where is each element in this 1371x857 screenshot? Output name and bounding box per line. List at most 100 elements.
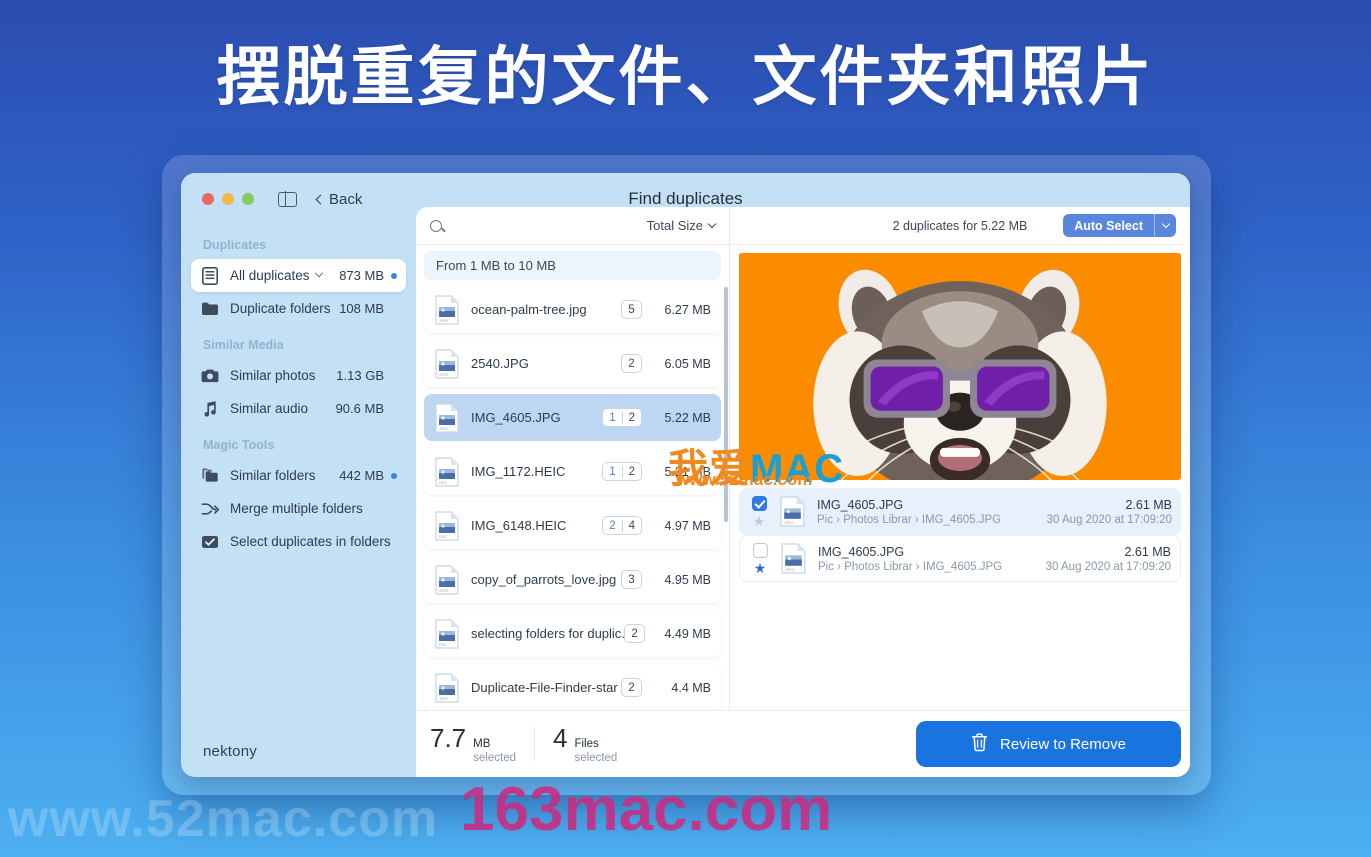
file-size: 2.61 MB <box>1124 544 1171 559</box>
star-icon[interactable]: ★ <box>753 514 766 528</box>
jpeg-file-icon: JPEG <box>434 402 460 433</box>
heic-file-icon: HEIC <box>434 456 460 487</box>
file-name: Duplicate-File-Finder-star <box>471 680 618 695</box>
svg-text:JPEG: JPEG <box>439 589 449 593</box>
page-title: 摆脱重复的文件、文件夹和照片 <box>216 41 1155 113</box>
svg-text:JPEG: JPEG <box>439 373 449 377</box>
review-to-remove-button[interactable]: Review to Remove <box>916 721 1181 767</box>
table-row[interactable]: HEIC IMG_1172.HEIC 1 2 5.21 MB <box>424 448 721 495</box>
search-icon[interactable] <box>430 219 442 232</box>
preview-toolbar: 2 duplicates for 5.22 MB Auto Select <box>730 207 1190 245</box>
file-date: 30 Aug 2020 at 17:09:20 <box>1045 560 1171 573</box>
sidebar-item-all-duplicates[interactable]: All duplicates 873 MB <box>191 259 406 292</box>
table-row[interactable]: JPEG Duplicate-File-Finder-star 2 4.4 MB <box>424 664 721 710</box>
jpeg-file-icon: JPEG <box>434 294 460 325</box>
table-row[interactable]: JPEG 2540.JPG 2 6.05 MB <box>424 340 721 387</box>
auto-select-dropdown-arrow[interactable] <box>1154 214 1176 237</box>
app-window: Back Find duplicates Duplicates All dupl… <box>181 173 1190 777</box>
file-name: IMG_6148.HEIC <box>471 518 567 533</box>
duplicate-count-badge: 2 <box>621 354 642 373</box>
duplicate-file-list-panel: Total Size From 1 MB to 10 MB JPEG ocean… <box>416 207 730 710</box>
file-size: 4.49 MB <box>664 626 711 641</box>
heic-file-icon: HEIC <box>434 510 460 541</box>
sidebar-toggle-icon[interactable] <box>278 190 297 208</box>
nektony-logo: nektony <box>203 743 257 760</box>
review-to-remove-label: Review to Remove <box>1000 735 1126 753</box>
duplicate-count-badge: 3 <box>621 570 642 589</box>
table-row[interactable]: HEIC IMG_6148.HEIC 2 4 4.97 MB <box>424 502 721 549</box>
duplicate-count-total: 4 <box>628 519 635 532</box>
trash-icon <box>971 732 988 756</box>
sidebar: Duplicates All duplicates 873 MB Duplica… <box>181 225 416 777</box>
svg-text:JPEG: JPEG <box>785 568 795 572</box>
svg-text:HEIC: HEIC <box>439 535 448 539</box>
selected-files-unit: Files <box>574 737 599 750</box>
sort-by-label: Total Size <box>646 218 703 233</box>
duplicate-count-selected: 2 <box>603 519 623 532</box>
list-item[interactable]: ★ JPEG IMG_4605.JPG Pic › Photos Librar … <box>739 488 1181 535</box>
sidebar-item-similar-folders[interactable]: Similar folders 442 MB <box>191 459 406 492</box>
folder-icon <box>200 299 220 319</box>
file-size: 4.97 MB <box>664 518 711 533</box>
sidebar-item-similar-audio[interactable]: Similar audio 90.6 MB <box>191 392 406 425</box>
divider <box>534 727 535 761</box>
file-list[interactable]: From 1 MB to 10 MB JPEG ocean-palm-tree.… <box>416 245 729 710</box>
table-row[interactable]: JPEG ocean-palm-tree.jpg 5 6.27 MB <box>424 286 721 333</box>
back-button[interactable]: Back <box>315 191 362 208</box>
checkbox-folder-icon <box>200 532 220 552</box>
selected-size-stat: 7.7 MB selected <box>430 723 516 765</box>
jpeg-file-icon: JPEG <box>780 543 807 574</box>
sidebar-item-size: 873 MB <box>339 268 384 283</box>
png-file-icon: PNG <box>434 618 460 649</box>
minimize-window-button[interactable] <box>222 193 234 205</box>
table-row[interactable]: JPEG IMG_4605.JPG 1 2 5.22 MB <box>424 394 721 441</box>
file-list-scrollbar[interactable] <box>724 287 728 522</box>
raccoon-with-sunglasses-photo <box>739 253 1181 480</box>
sidebar-item-label: Duplicate folders <box>230 301 331 316</box>
file-size: 6.05 MB <box>664 356 711 371</box>
status-dot <box>391 272 397 279</box>
sidebar-item-select-duplicates-in-folders[interactable]: Select duplicates in folders <box>191 525 406 558</box>
file-size: 2.61 MB <box>1125 497 1172 512</box>
watermark-52mac: www.52mac.com <box>8 790 439 848</box>
image-preview[interactable] <box>739 253 1181 480</box>
jpeg-file-icon: JPEG <box>434 348 460 379</box>
maximize-window-button[interactable] <box>242 193 254 205</box>
chevron-down-icon[interactable] <box>314 268 323 277</box>
star-icon[interactable]: ★ <box>754 561 767 575</box>
jpeg-file-icon: JPEG <box>779 496 806 527</box>
duplicate-count-total: 2 <box>628 411 635 424</box>
table-row[interactable]: PNG selecting folders for duplic... 2 4.… <box>424 610 721 657</box>
content-body: Total Size From 1 MB to 10 MB JPEG ocean… <box>416 207 1190 710</box>
sort-by-dropdown[interactable]: Total Size <box>646 218 717 233</box>
file-size: 5.21 MB <box>664 464 711 479</box>
close-window-button[interactable] <box>202 193 214 205</box>
sidebar-item-similar-photos[interactable]: Similar photos 1.13 GB <box>191 359 406 392</box>
duplicate-count-badge: 2 4 <box>602 516 642 535</box>
preview-panel: 2 duplicates for 5.22 MB Auto Select ★ J… <box>730 207 1190 710</box>
file-name: IMG_4605.JPG <box>471 410 561 425</box>
selected-files-meta: Files selected <box>574 738 617 765</box>
file-info: IMG_4605.JPG Pic › Photos Librar › IMG_4… <box>817 498 1001 526</box>
select-checkbox[interactable] <box>751 495 767 511</box>
chevron-down-icon <box>1161 219 1170 229</box>
file-name: IMG_1172.HEIC <box>471 464 566 479</box>
sidebar-item-size: 442 MB <box>339 468 384 483</box>
select-checkbox[interactable] <box>752 542 768 558</box>
sidebar-item-size: 90.6 MB <box>335 401 384 416</box>
camera-icon <box>200 366 220 386</box>
main-content: Total Size From 1 MB to 10 MB JPEG ocean… <box>416 207 1190 777</box>
duplicates-summary: 2 duplicates for 5.22 MB <box>892 218 1028 233</box>
sidebar-item-label: Similar photos <box>230 368 316 383</box>
duplicate-count-total: 2 <box>628 465 635 478</box>
file-path: Pic › Photos Librar › IMG_4605.JPG <box>817 513 1002 526</box>
file-size: 4.95 MB <box>664 572 711 587</box>
sidebar-group-label-magic-tools: Magic Tools <box>203 438 275 452</box>
sidebar-item-label: Similar audio <box>230 401 309 416</box>
auto-select-button[interactable]: Auto Select <box>1063 214 1176 237</box>
duplicate-count-badge: 2 <box>624 624 646 643</box>
table-row[interactable]: JPEG copy_of_parrots_love.jpg 3 4.95 MB <box>424 556 721 603</box>
list-item[interactable]: ★ JPEG IMG_4605.JPG Pic › Photos Librar … <box>739 535 1181 582</box>
sidebar-item-duplicate-folders[interactable]: Duplicate folders 108 MB <box>191 292 406 325</box>
sidebar-item-merge-multiple-folders[interactable]: Merge multiple folders <box>191 492 406 525</box>
